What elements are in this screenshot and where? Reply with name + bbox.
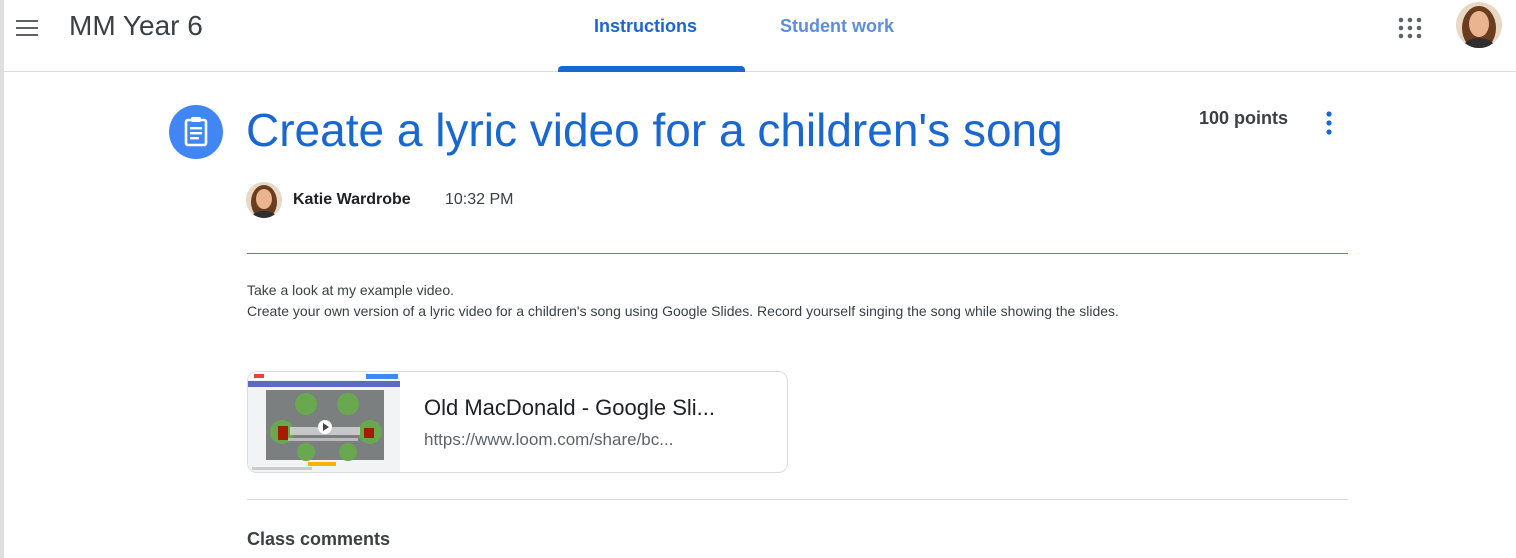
attachment-card[interactable]: Old MacDonald - Google Sli... https://ww… (247, 371, 788, 473)
class-comments-heading: Class comments (247, 529, 391, 549)
user-avatar[interactable] (1456, 2, 1502, 48)
top-app-bar: MM Year 6 Instructions Student work (0, 0, 1516, 72)
attachment-title[interactable]: Old MacDonald - Google Sli... (424, 394, 764, 422)
points-label: 100 points (1199, 108, 1289, 128)
class-title[interactable]: MM Year 6 (69, 8, 203, 44)
assignment-description: Take a look at my example video. Create … (247, 280, 1348, 322)
assignment-title: Create a lyric video for a children's so… (246, 104, 1063, 156)
header-divider (247, 253, 1348, 254)
comments-divider (247, 499, 1348, 500)
active-tab-indicator (558, 66, 745, 72)
assignment-icon (169, 105, 223, 159)
tab-student-work[interactable]: Student work (780, 14, 894, 38)
more-options-icon[interactable] (1318, 108, 1340, 140)
tab-instructions[interactable]: Instructions (594, 14, 697, 38)
description-line: Create your own version of a lyric video… (247, 303, 1119, 319)
author-name: Katie Wardrobe (293, 191, 411, 208)
apps-grid-icon[interactable] (1395, 13, 1425, 43)
menu-icon[interactable] (16, 16, 40, 40)
video-thumbnail[interactable] (248, 372, 400, 472)
description-line: Take a look at my example video. (247, 282, 454, 298)
attachment-url[interactable]: https://www.loom.com/share/bc... (424, 428, 764, 452)
post-time: 10:32 PM (445, 191, 514, 208)
author-avatar (246, 182, 282, 218)
window-edge (0, 0, 4, 558)
